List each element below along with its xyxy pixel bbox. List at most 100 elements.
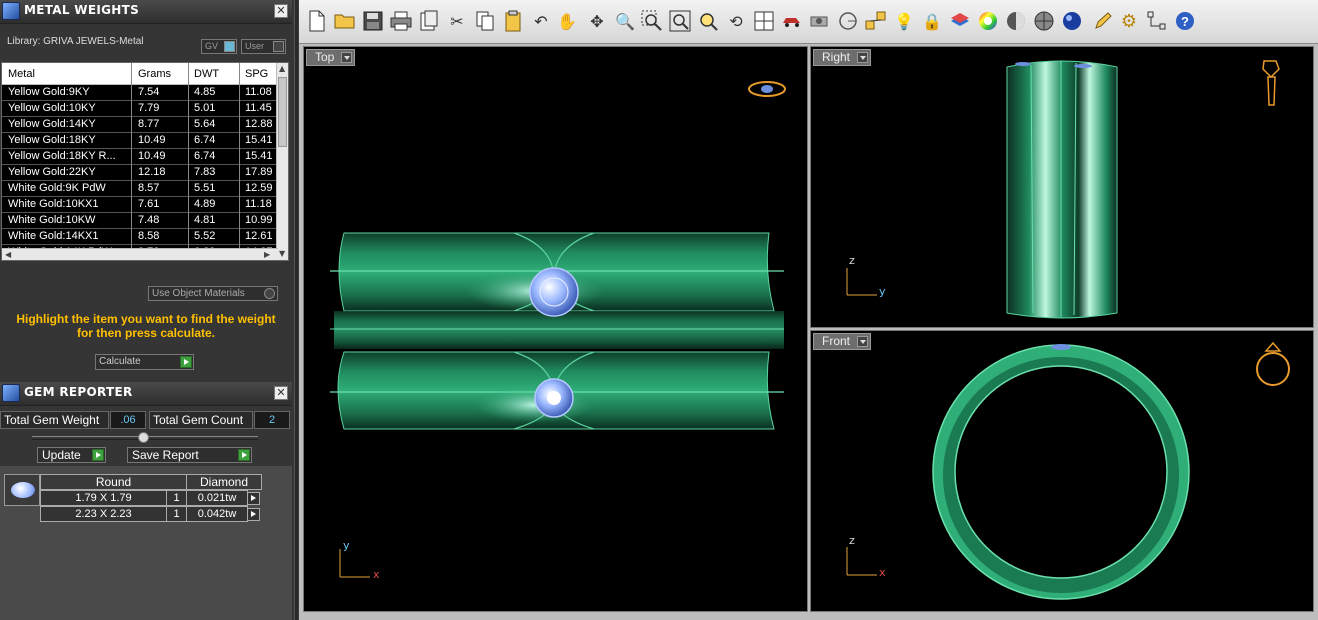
cell-grams: 12.18 [138,166,166,178]
camera-icon[interactable] [808,9,832,33]
main-toolbar: ✂ ↶ ✋ ✥ 🔍 ⟲ 💡 🔒 ⚙ ? [299,0,1318,44]
top-view-model [330,81,786,578]
scroll-up-icon[interactable]: ▲ [279,64,285,73]
close-icon[interactable]: ✕ [274,4,288,18]
rotate-view-icon[interactable]: ⟲ [724,9,748,33]
table-row[interactable]: Yellow Gold:14KY 8.77 5.64 12.88 [2,117,278,133]
y-axis-label: y [879,285,886,298]
play-icon[interactable] [247,492,260,505]
gem-table-header: Round Diamond [40,474,262,490]
play-icon[interactable] [247,508,260,521]
open-folder-icon[interactable] [333,9,357,33]
zoom-extents-icon[interactable] [668,9,692,33]
scroll-left-icon[interactable]: ◀ [5,250,11,259]
front-viewport[interactable]: Front z x [810,330,1314,612]
scroll-right-icon[interactable]: ▶ [264,250,270,259]
gem-cell-qty: 1 [166,506,187,522]
paste-icon[interactable] [501,9,525,33]
gem-table: Round Diamond 1.79 X 1.79 1 0.021tw 2.23 X … [40,474,262,522]
pencil-icon[interactable] [1091,9,1115,33]
table-row[interactable]: Yellow Gold:18KY R... 10.49 6.74 15.41 [2,149,278,165]
gem-slider[interactable] [32,432,258,443]
gv-toggle[interactable]: GV [201,39,237,54]
calculate-button[interactable]: Calculate [95,354,194,370]
vertical-scrollbar[interactable]: ▲ ▼ [276,63,288,260]
cell-spg: 12.88 [245,118,273,130]
gem-row[interactable]: 1.79 X 1.79 1 0.021tw [40,490,262,506]
lock-icon[interactable]: 🔒 [920,9,944,33]
scroll-down-icon[interactable]: ▼ [279,249,285,258]
shade-icon[interactable] [1004,9,1028,33]
column-header-grams[interactable]: Grams [138,68,171,80]
panel-splitter[interactable] [294,0,298,620]
table-row[interactable]: Yellow Gold:9KY 7.54 4.85 11.08 [2,85,278,101]
table-row[interactable]: White Gold:10KW 7.48 4.81 10.99 [2,213,278,229]
close-icon[interactable]: ✕ [274,386,288,400]
cell-dwt: 5.01 [194,102,216,114]
user-toggle[interactable]: User [241,39,286,54]
sphere-icon[interactable] [1060,9,1084,33]
z-axis-label: z [849,254,855,267]
target-icon[interactable] [836,9,860,33]
copy-icon[interactable] [473,9,497,33]
table-row[interactable]: Yellow Gold:22KY 12.18 7.83 17.89 [2,165,278,181]
app-logo-icon [2,2,20,20]
use-object-materials-toggle[interactable]: Use Object Materials [148,286,278,301]
cell-grams: 8.57 [138,182,160,194]
horizontal-scrollbar[interactable]: ◀ ▶ [2,248,278,260]
chevron-down-icon [857,336,869,347]
cut-icon[interactable]: ✂ [445,9,469,33]
layers-icon[interactable] [948,9,972,33]
car-icon[interactable] [780,9,804,33]
column-header-spg[interactable]: SPG [245,68,268,80]
snap-icon[interactable] [864,9,888,33]
undo-icon[interactable]: ↶ [529,9,553,33]
pan-hand-icon[interactable]: ✋ [555,9,579,33]
metal-weights-table: Metal Grams DWT SPG Yellow Gold:9KY 7.54 4… [1,62,289,261]
save-report-button[interactable]: Save Report [127,447,252,463]
paste-special-icon[interactable] [417,9,441,33]
zoom-window-icon[interactable] [640,9,664,33]
table-row[interactable]: White Gold:14KX1 8.58 5.52 12.61 [2,229,278,245]
print-icon[interactable] [389,9,413,33]
column-header-dwt[interactable]: DWT [194,68,219,80]
column-header-metal[interactable]: Metal [8,68,35,80]
right-view-menu[interactable]: Right [813,49,872,66]
save-report-label: Save Report [132,448,199,462]
gem-list-panel: Round Diamond 1.79 X 1.79 1 0.021tw 2.23 X … [0,466,292,620]
x-axis-label: x [879,566,886,579]
gem-reporter-title: GEM REPORTER [24,385,133,399]
zoom-icon[interactable]: 🔍 [613,9,637,33]
total-gem-weight-label: Total Gem Weight [0,411,109,429]
gem-row[interactable]: 2.23 X 2.23 1 0.042tw [40,506,262,522]
table-row[interactable]: White Gold:9K PdW 8.57 5.51 12.59 [2,181,278,197]
new-file-icon[interactable] [305,9,329,33]
gem-cell-qty: 1 [166,490,187,506]
right-viewport[interactable]: Right z y [810,46,1314,328]
color-wheel-icon[interactable] [976,9,1000,33]
four-view-icon[interactable] [752,9,776,33]
light-bulb-icon[interactable]: 💡 [892,9,916,33]
gem-cell-weight: 0.021tw [186,490,248,506]
round-gem-thumbnail[interactable] [4,474,40,506]
right-view-label: Right [822,50,851,64]
play-icon [92,449,104,461]
render-icon[interactable] [1032,9,1056,33]
cell-dwt: 6.74 [194,134,216,146]
scroll-thumb[interactable] [278,77,287,147]
move-icon[interactable]: ✥ [585,9,609,33]
cell-metal: Yellow Gold:18KY [8,134,96,146]
settings-gear-icon[interactable]: ⚙ [1117,9,1141,33]
top-view-menu[interactable]: Top [306,49,356,66]
update-button[interactable]: Update [37,447,106,463]
help-icon[interactable]: ? [1173,9,1197,33]
table-row[interactable]: Yellow Gold:10KY 7.79 5.01 11.45 [2,101,278,117]
table-row[interactable]: Yellow Gold:18KY 10.49 6.74 15.41 [2,133,278,149]
slider-knob[interactable] [138,432,149,443]
zoom-selected-icon[interactable] [696,9,720,33]
table-row[interactable]: White Gold:10KX1 7.61 4.89 11.18 [2,197,278,213]
diagram-icon[interactable] [1145,9,1169,33]
front-view-menu[interactable]: Front [813,333,872,350]
top-viewport[interactable]: Top y x [303,46,808,612]
save-icon[interactable] [361,9,385,33]
